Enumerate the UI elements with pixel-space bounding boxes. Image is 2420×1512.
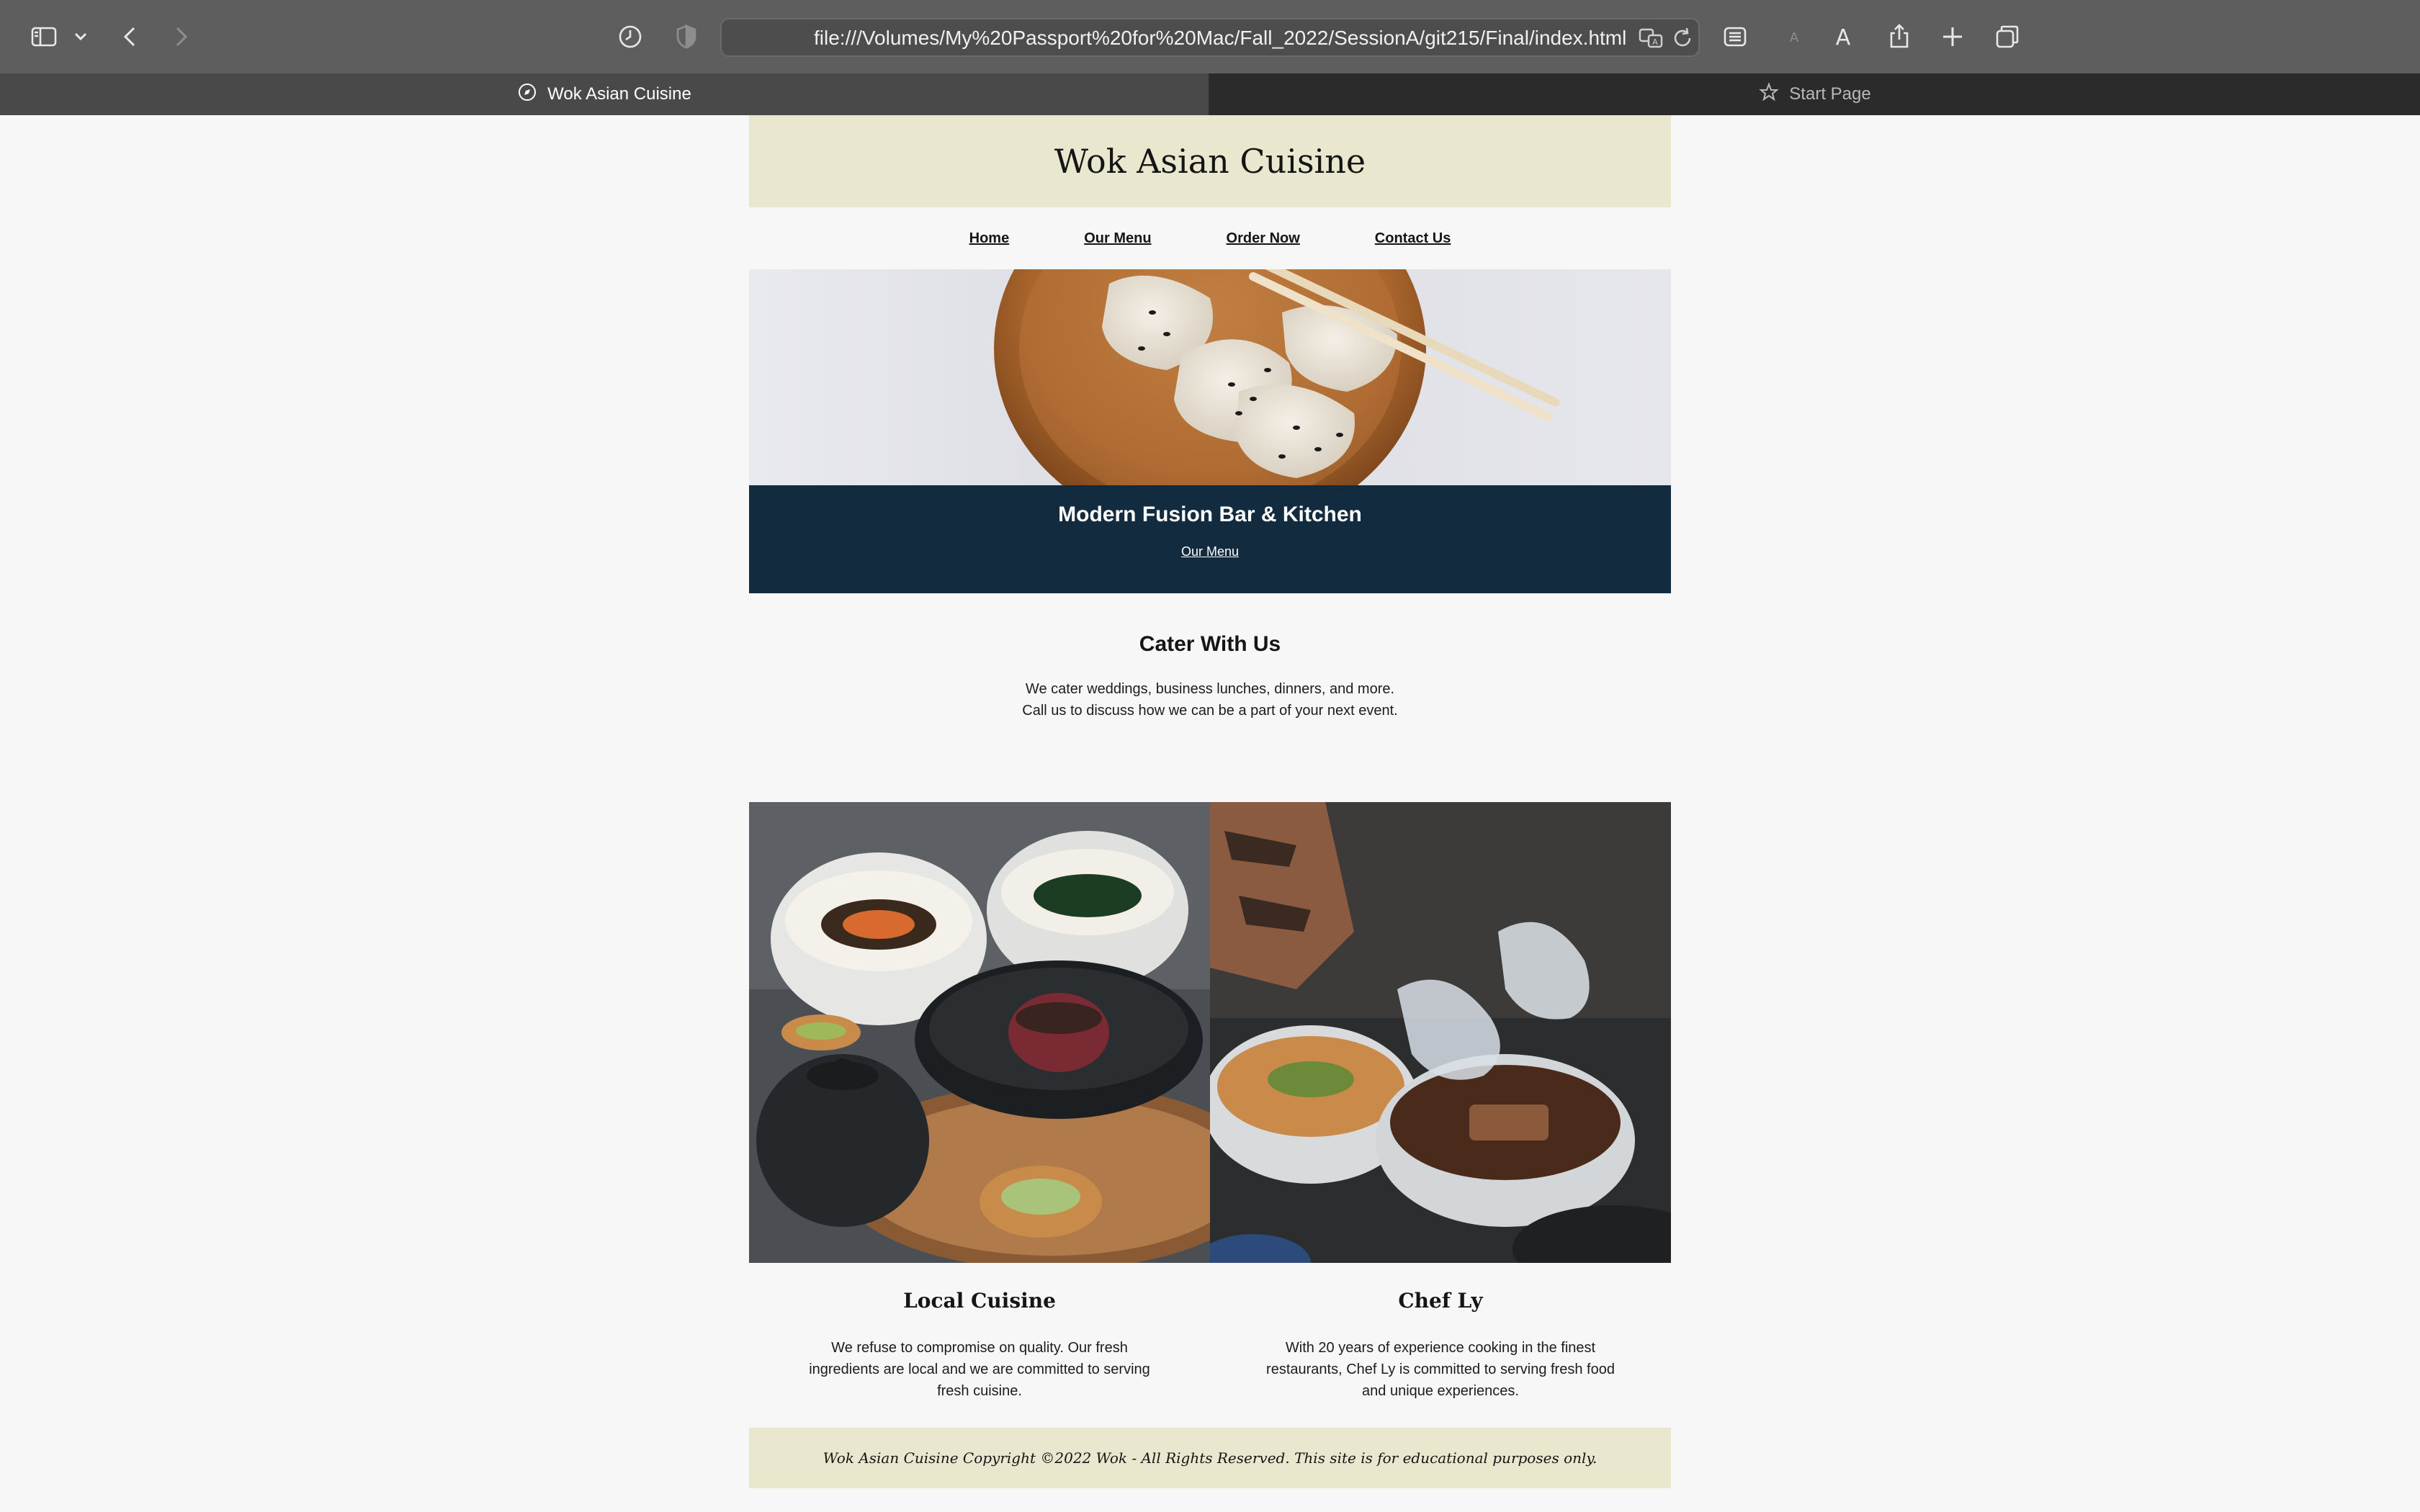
text-smaller-icon[interactable]: A bbox=[1773, 16, 1815, 58]
hero-dumplings-image bbox=[749, 269, 1671, 485]
svg-text:A: A bbox=[1790, 30, 1799, 45]
nav-menu-link[interactable]: Our Menu bbox=[1084, 230, 1151, 247]
tab-label: Wok Asian Cuisine bbox=[547, 84, 691, 104]
star-icon bbox=[1759, 81, 1789, 107]
sidebar-icon[interactable] bbox=[23, 16, 65, 58]
chevron-down-icon[interactable] bbox=[60, 16, 101, 58]
text-larger-icon[interactable]: A bbox=[1822, 16, 1864, 58]
web-page: Wok Asian Cuisine Home Our Menu Order No… bbox=[749, 115, 1671, 1488]
photo-row bbox=[749, 802, 1671, 1263]
site-footer: Wok Asian Cuisine Copyright ©2022 Wok - … bbox=[749, 1428, 1671, 1488]
tab-start-page[interactable]: Start Page bbox=[1210, 73, 2420, 115]
tab-wok-asian-cuisine[interactable]: Wok Asian Cuisine bbox=[0, 73, 1209, 115]
local-cuisine-heading: Local Cuisine bbox=[903, 1289, 1056, 1313]
new-tab-icon[interactable] bbox=[1932, 16, 1973, 58]
address-bar[interactable]: file:///Volumes/My%20Passport%20for%20Ma… bbox=[720, 18, 1700, 57]
browser-toolbar: file:///Volumes/My%20Passport%20for%20Ma… bbox=[0, 0, 2420, 73]
nav-home-link[interactable]: Home bbox=[969, 230, 1010, 247]
compass-icon bbox=[517, 82, 547, 107]
chef-ly-feature: Chef Ly With 20 years of experience cook… bbox=[1210, 1263, 1671, 1402]
tab-bar: Wok Asian Cuisine Start Page bbox=[0, 73, 2420, 115]
svg-text:A: A bbox=[1836, 25, 1851, 50]
tab-overview-icon[interactable] bbox=[1986, 16, 2028, 58]
forward-icon[interactable] bbox=[160, 16, 202, 58]
cater-section: Cater With Us We cater weddings, busines… bbox=[749, 593, 1671, 773]
feature-columns: Local Cuisine We refuse to compromise on… bbox=[749, 1263, 1671, 1402]
nav-contact-link[interactable]: Contact Us bbox=[1375, 230, 1451, 247]
cater-line-2: Call us to discuss how we can be a part … bbox=[1022, 703, 1398, 719]
share-icon[interactable] bbox=[1878, 16, 1920, 58]
shield-icon[interactable] bbox=[666, 16, 707, 58]
site-header: Wok Asian Cuisine bbox=[749, 115, 1671, 207]
translate-icon[interactable]: A bbox=[1636, 24, 1665, 53]
reload-icon[interactable] bbox=[1668, 24, 1697, 53]
tab-label: Start Page bbox=[1789, 84, 1871, 104]
url-text[interactable]: file:///Volumes/My%20Passport%20for%20Ma… bbox=[814, 27, 1626, 50]
banner-heading: Modern Fusion Bar & Kitchen bbox=[1058, 503, 1362, 526]
chef-ly-text: With 20 years of experience cooking in t… bbox=[1266, 1340, 1615, 1399]
chef-ly-heading: Chef Ly bbox=[1398, 1289, 1483, 1313]
local-cuisine-text: We refuse to compromise on quality. Our … bbox=[809, 1340, 1150, 1399]
main-nav: Home Our Menu Order Now Contact Us bbox=[749, 207, 1671, 269]
history-icon[interactable] bbox=[609, 16, 651, 58]
hero-banner: Modern Fusion Bar & Kitchen Our Menu bbox=[749, 485, 1671, 593]
reader-icon[interactable] bbox=[1714, 16, 1756, 58]
nav-order-link[interactable]: Order Now bbox=[1227, 230, 1300, 247]
cater-line-1: We cater weddings, business lunches, din… bbox=[1025, 681, 1395, 697]
back-icon[interactable] bbox=[109, 16, 151, 58]
cater-heading: Cater With Us bbox=[1139, 632, 1281, 656]
local-cuisine-image bbox=[749, 802, 1210, 1263]
site-title: Wok Asian Cuisine bbox=[1054, 142, 1366, 181]
svg-text:A: A bbox=[1652, 37, 1658, 47]
cater-text: We cater weddings, business lunches, din… bbox=[749, 678, 1671, 721]
banner-menu-link[interactable]: Our Menu bbox=[1181, 544, 1239, 559]
footer-copyright: Wok Asian Cuisine Copyright ©2022 Wok - … bbox=[823, 1449, 1597, 1467]
chef-ly-image bbox=[1210, 802, 1671, 1263]
local-cuisine-feature: Local Cuisine We refuse to compromise on… bbox=[749, 1263, 1210, 1402]
